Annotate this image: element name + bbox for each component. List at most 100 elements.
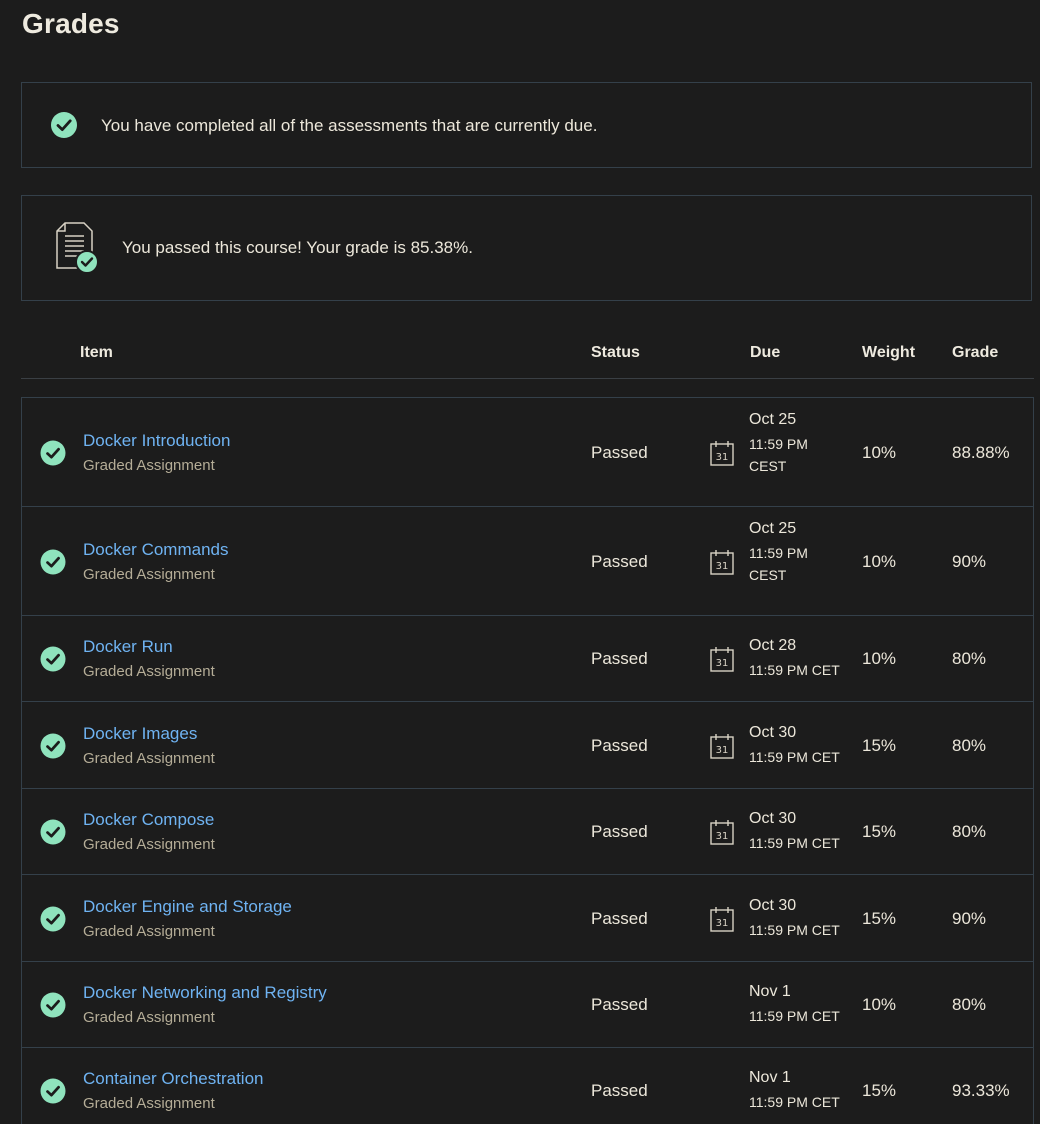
- table-row: Docker Introduction Graded Assignment Pass…: [22, 398, 1033, 507]
- grades-page: Grades You have completed all of the ass…: [0, 0, 1040, 1124]
- grade-value: 90%: [952, 908, 987, 928]
- due-date: Oct 30: [749, 896, 797, 914]
- weight-value: 10%: [862, 649, 897, 668]
- status-text: Passed: [591, 735, 648, 755]
- due-time: 11:59 PM CET: [749, 835, 840, 851]
- calendar-day: 31: [716, 745, 729, 756]
- assignment-type: Graded Assignment: [83, 456, 215, 474]
- assessments-notice-text: You have completed all of the assessment…: [101, 116, 598, 135]
- due-date: Oct 28: [749, 637, 797, 654]
- grade-value: 80%: [952, 735, 987, 755]
- table-row: Docker Compose Graded Assignment Passed 31…: [22, 789, 1033, 875]
- due-time: 11:59 PM CET: [749, 921, 840, 938]
- header-item: Item: [80, 344, 113, 361]
- status-text: Passed: [591, 442, 648, 462]
- assignment-type: Graded Assignment: [83, 1095, 215, 1112]
- check-circle-icon: [40, 1078, 66, 1104]
- due-date: Oct 30: [749, 810, 797, 827]
- due-time: 11:59 PM: [749, 545, 808, 561]
- due-time: 11:59 PM CET: [749, 1094, 840, 1110]
- due-date: Oct 25: [749, 520, 797, 537]
- grade-value: 80%: [952, 822, 987, 841]
- grade-value: 90%: [952, 551, 987, 571]
- assessments-complete-notice: You have completed all of the assessment…: [21, 82, 1032, 168]
- status-text: Passed: [591, 649, 648, 668]
- assignment-link[interactable]: Container Orchestration: [83, 1069, 263, 1089]
- header-grade: Grade: [952, 344, 999, 361]
- assignment-link[interactable]: Docker Compose: [83, 810, 214, 830]
- due-date: Nov 1: [749, 983, 791, 1000]
- calendar-icon: 31: [710, 549, 734, 575]
- weight-value: 10%: [862, 551, 897, 571]
- check-circle-icon: [40, 733, 66, 758]
- check-circle-icon: [40, 819, 66, 845]
- header-weight: Weight: [862, 344, 916, 361]
- document-check-icon: [56, 222, 99, 274]
- header-due: Due: [750, 344, 781, 361]
- due-time: 11:59 PM: [749, 436, 808, 452]
- weight-value: 15%: [862, 735, 897, 755]
- check-circle-icon: [40, 992, 66, 1018]
- assignment-type: Graded Assignment: [83, 922, 215, 940]
- assignment-link[interactable]: Docker Run: [83, 637, 173, 657]
- calendar-icon: 31: [710, 820, 734, 845]
- assignment-type: Graded Assignment: [83, 1009, 215, 1026]
- table-row: Docker Networking and Registry Graded Ass…: [22, 962, 1033, 1048]
- calendar-icon: 31: [710, 647, 734, 672]
- course-passed-notice: You passed this course! Your grade is 85…: [21, 195, 1032, 301]
- status-text: Passed: [591, 551, 648, 571]
- weight-value: 15%: [862, 908, 897, 928]
- calendar-day: 31: [716, 561, 729, 572]
- due-timezone: CEST: [749, 458, 787, 474]
- due-date: Oct 25: [749, 411, 797, 428]
- due-time: 11:59 PM CET: [749, 748, 840, 765]
- check-circle-icon: [51, 112, 77, 138]
- assignment-link[interactable]: Docker Images: [83, 724, 197, 744]
- assignment-link[interactable]: Docker Engine and Storage: [83, 897, 292, 917]
- table-row: Docker Engine and Storage Graded Assignme…: [22, 875, 1033, 962]
- weight-value: 15%: [862, 1081, 897, 1100]
- due-time: 11:59 PM CET: [749, 662, 840, 678]
- table-row: Docker Images Graded Assignment Passed 31 …: [22, 702, 1033, 789]
- assignment-type: Graded Assignment: [83, 749, 215, 767]
- due-timezone: CEST: [749, 567, 787, 583]
- page-title: Grades: [22, 8, 120, 39]
- assignment-link[interactable]: Docker Networking and Registry: [83, 983, 327, 1003]
- header-status: Status: [591, 344, 640, 361]
- status-text: Passed: [591, 822, 648, 841]
- calendar-icon: 31: [710, 906, 734, 932]
- assignment-link[interactable]: Docker Introduction: [83, 431, 230, 451]
- calendar-day: 31: [716, 452, 729, 463]
- weight-value: 10%: [862, 442, 897, 462]
- course-passed-text: You passed this course! Your grade is 85…: [122, 238, 473, 257]
- assignment-type: Graded Assignment: [83, 663, 215, 680]
- weight-value: 15%: [862, 822, 897, 841]
- assignment-link[interactable]: Docker Commands: [83, 540, 229, 560]
- calendar-icon: 31: [710, 733, 734, 759]
- assignment-type: Graded Assignment: [83, 565, 215, 583]
- due-time: 11:59 PM CET: [749, 1008, 840, 1024]
- table-row: Docker Commands Graded Assignment Passed 3…: [22, 507, 1033, 616]
- due-date: Nov 1: [749, 1069, 791, 1086]
- weight-value: 10%: [862, 995, 897, 1014]
- grade-value: 88.88%: [952, 442, 1010, 462]
- check-circle-icon: [40, 906, 66, 931]
- check-circle-icon: [40, 549, 66, 574]
- calendar-day: 31: [716, 658, 729, 669]
- assignment-type: Graded Assignment: [83, 836, 215, 853]
- check-circle-icon: [40, 646, 66, 672]
- check-circle-icon: [40, 440, 66, 465]
- status-text: Passed: [591, 995, 648, 1014]
- calendar-day: 31: [716, 918, 729, 929]
- status-text: Passed: [591, 1081, 648, 1100]
- due-date: Oct 30: [749, 723, 797, 741]
- grades-table-header: Item Status Due Weight Grade: [21, 330, 1034, 379]
- grade-value: 93.33%: [952, 1081, 1010, 1100]
- grade-value: 80%: [952, 649, 987, 668]
- grades-table-body: Docker Introduction Graded Assignment Pass…: [21, 397, 1034, 1124]
- calendar-icon: 31: [710, 440, 734, 466]
- calendar-day: 31: [716, 831, 729, 842]
- grade-value: 80%: [952, 995, 987, 1014]
- table-row: Container Orchestration Graded Assignment…: [22, 1048, 1033, 1124]
- table-row: Docker Run Graded Assignment Passed 31 Oct…: [22, 616, 1033, 702]
